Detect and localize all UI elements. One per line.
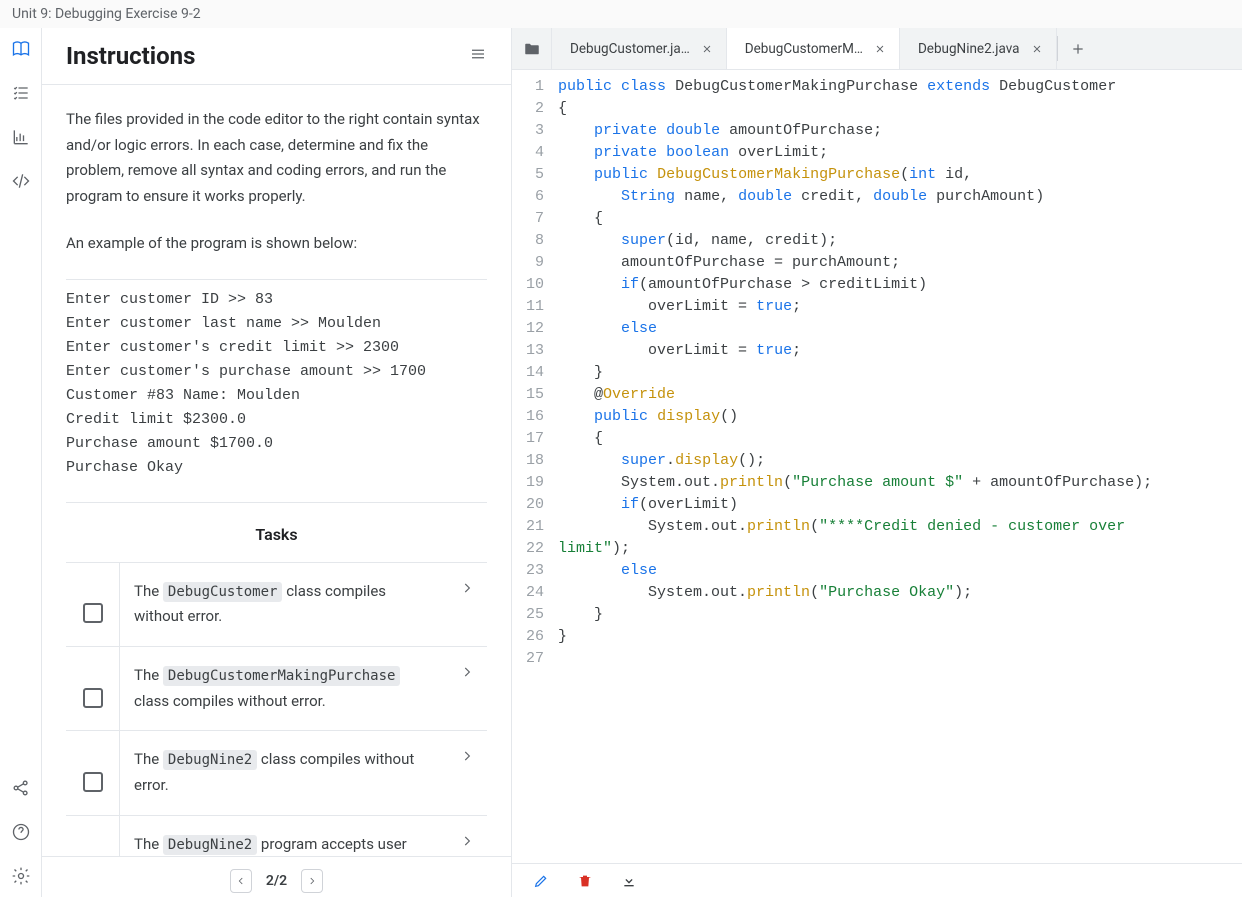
pager-next-button[interactable]	[301, 869, 323, 893]
menu-icon[interactable]	[469, 45, 487, 67]
task-text: The DebugCustomer class compiles without…	[120, 563, 447, 646]
pager-status: 2/2	[266, 873, 287, 889]
close-icon[interactable]	[873, 42, 887, 56]
task-text: The DebugCustomerMakingPurchase class co…	[120, 647, 447, 730]
edit-icon[interactable]	[532, 872, 550, 890]
example-intro: An example of the program is shown below…	[66, 231, 487, 257]
folder-icon[interactable]	[512, 28, 552, 69]
chevron-right-icon[interactable]	[447, 731, 487, 763]
task-row[interactable]: The DebugCustomerMakingPurchase class co…	[66, 646, 487, 730]
instructions-body: The files provided in the code editor to…	[42, 85, 511, 856]
chevron-right-icon[interactable]	[447, 647, 487, 679]
close-icon[interactable]	[700, 42, 714, 56]
download-icon[interactable]	[620, 872, 638, 890]
tab-label: DebugNine2.java	[918, 41, 1020, 57]
chevron-right-icon[interactable]	[447, 816, 487, 848]
instructions-title: Instructions	[66, 42, 195, 70]
task-text: The DebugNine2 class compiles without er…	[120, 731, 447, 814]
chevron-right-icon[interactable]	[447, 563, 487, 595]
pager-prev-button[interactable]	[230, 869, 252, 893]
new-tab-button[interactable]	[1058, 41, 1098, 57]
line-number-gutter: 1234567891011121314151617181920212223242…	[512, 70, 552, 863]
instructions-panel: Instructions The files provided in the c…	[42, 28, 512, 897]
tasks-heading: Tasks	[66, 502, 487, 562]
gear-icon[interactable]	[10, 865, 32, 887]
code-content[interactable]: public class DebugCustomerMakingPurchase…	[552, 70, 1162, 863]
close-icon[interactable]	[1030, 42, 1044, 56]
tab-label: DebugCustomerM…	[745, 41, 863, 57]
chart-icon[interactable]	[10, 126, 32, 148]
file-tab[interactable]: DebugCustomer.ja…	[552, 28, 727, 69]
tasks-list: The DebugCustomer class compiles without…	[66, 562, 487, 856]
task-row[interactable]: The DebugCustomer class compiles without…	[66, 562, 487, 646]
task-checkbox[interactable]	[66, 563, 120, 646]
trash-icon[interactable]	[576, 872, 594, 890]
example-output: Enter customer ID >> 83 Enter customer l…	[66, 280, 487, 502]
pager: 2/2	[42, 856, 511, 897]
main-area: Instructions The files provided in the c…	[0, 28, 1242, 897]
task-text: The DebugNine2 program accepts user inpu…	[120, 816, 447, 856]
left-tool-rail	[0, 28, 42, 897]
task-row[interactable]: The DebugNine2 class compiles without er…	[66, 730, 487, 814]
file-tab[interactable]: DebugNine2.java	[900, 28, 1057, 69]
instructions-paragraph: The files provided in the code editor to…	[66, 107, 487, 209]
editor-footer	[512, 863, 1242, 897]
checklist-icon[interactable]	[10, 82, 32, 104]
task-checkbox[interactable]	[66, 647, 120, 730]
code-editor-area: DebugCustomer.ja… DebugCustomerM… DebugNin…	[512, 28, 1242, 897]
file-tab[interactable]: DebugCustomerM…	[727, 28, 900, 69]
task-checkbox[interactable]	[66, 731, 120, 814]
tab-label: DebugCustomer.ja…	[570, 41, 690, 57]
title-bar: Unit 9: Debugging Exercise 9-2	[0, 0, 1242, 28]
share-icon[interactable]	[10, 777, 32, 799]
book-icon[interactable]	[10, 38, 32, 60]
instructions-header: Instructions	[42, 28, 511, 85]
help-icon[interactable]	[10, 821, 32, 843]
task-checkbox[interactable]	[66, 816, 120, 856]
code-area[interactable]: 1234567891011121314151617181920212223242…	[512, 70, 1242, 863]
tab-bar: DebugCustomer.ja… DebugCustomerM… DebugNin…	[512, 28, 1242, 70]
task-row[interactable]: The DebugNine2 program accepts user inpu…	[66, 815, 487, 856]
code-icon[interactable]	[10, 170, 32, 192]
